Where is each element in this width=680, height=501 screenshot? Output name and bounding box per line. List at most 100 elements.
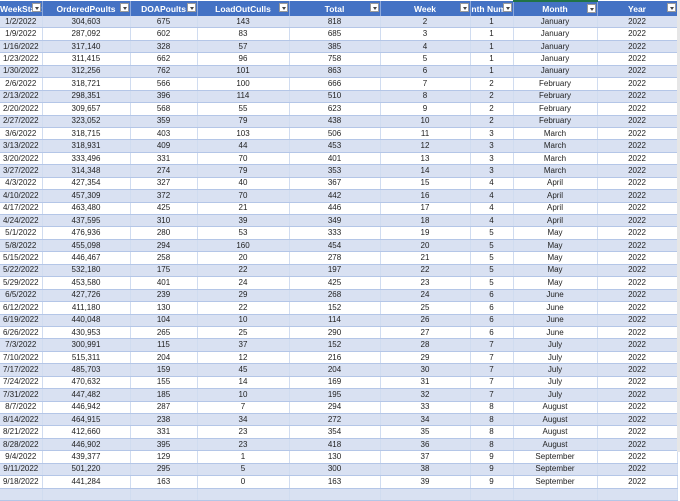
cell-month-num[interactable]: 1 — [470, 65, 514, 79]
cell-year[interactable]: 2022 — [597, 202, 678, 216]
cell-weekstart[interactable]: 7/17/2022 — [0, 363, 43, 377]
cell-month[interactable]: August — [513, 438, 598, 452]
cell-week[interactable]: 13 — [380, 152, 471, 166]
cell-weekstart[interactable]: 7/3/2022 — [0, 338, 43, 352]
cell-year[interactable]: 2022 — [597, 226, 678, 240]
cell-total[interactable]: 442 — [289, 189, 381, 203]
cell-orderedpoults[interactable]: 304,603 — [42, 16, 131, 29]
cell-month-num[interactable]: 8 — [470, 438, 514, 452]
cell-month[interactable]: February — [513, 90, 598, 104]
filter-dropdown-icon[interactable] — [31, 3, 41, 12]
cell-doapoults[interactable]: 359 — [130, 115, 198, 128]
cell-month-num[interactable]: 9 — [470, 463, 514, 477]
cell-total[interactable]: 438 — [289, 115, 381, 128]
cell-year[interactable]: 2022 — [597, 152, 678, 166]
cell-year[interactable]: 2022 — [597, 463, 678, 477]
cell-weekstart[interactable]: 9/11/2022 — [0, 463, 43, 477]
cell-month-num[interactable]: 7 — [470, 351, 514, 365]
cell-total[interactable]: 268 — [289, 289, 381, 303]
cell-weekstart[interactable]: 2/6/2022 — [0, 77, 43, 91]
cell-doapoults[interactable]: 403 — [130, 127, 198, 141]
cell-year[interactable]: 2022 — [597, 127, 678, 141]
cell-weekstart[interactable]: 5/29/2022 — [0, 276, 43, 290]
cell-orderedpoults[interactable]: 318,715 — [42, 127, 131, 141]
cell-empty[interactable] — [197, 488, 290, 501]
cell-month-num[interactable]: 2 — [470, 90, 514, 104]
cell-month[interactable]: February — [513, 102, 598, 116]
cell-loadoutculls[interactable]: 20 — [197, 251, 290, 265]
column-header-week[interactable]: Week — [380, 1, 471, 16]
cell-week[interactable]: 36 — [380, 438, 471, 452]
cell-orderedpoults[interactable]: 300,991 — [42, 338, 131, 352]
cell-orderedpoults[interactable]: 312,256 — [42, 65, 131, 79]
cell-week[interactable]: 11 — [380, 127, 471, 141]
cell-month-num[interactable]: 4 — [470, 214, 514, 228]
cell-month-num[interactable]: 6 — [470, 289, 514, 303]
cell-total[interactable]: 353 — [289, 164, 381, 178]
cell-loadoutculls[interactable]: 24 — [197, 276, 290, 290]
cell-weekstart[interactable]: 6/26/2022 — [0, 326, 43, 340]
cell-week[interactable]: 25 — [380, 301, 471, 315]
cell-week[interactable]: 20 — [380, 239, 471, 253]
cell-month-num[interactable]: 3 — [470, 164, 514, 178]
cell-orderedpoults[interactable]: 437,595 — [42, 214, 131, 228]
cell-weekstart[interactable]: 3/13/2022 — [0, 139, 43, 153]
cell-empty[interactable] — [597, 488, 678, 501]
cell-weekstart[interactable]: 4/10/2022 — [0, 189, 43, 203]
cell-month[interactable]: June — [513, 301, 598, 315]
cell-orderedpoults[interactable]: 323,052 — [42, 115, 131, 128]
filter-dropdown-icon[interactable] — [278, 3, 288, 12]
filter-dropdown-icon[interactable] — [586, 4, 596, 13]
cell-month[interactable]: May — [513, 264, 598, 278]
cell-loadoutculls[interactable]: 53 — [197, 226, 290, 240]
cell-orderedpoults[interactable]: 464,915 — [42, 413, 131, 427]
cell-loadoutculls[interactable]: 23 — [197, 425, 290, 439]
cell-year[interactable]: 2022 — [597, 401, 678, 415]
cell-total[interactable]: 197 — [289, 264, 381, 278]
cell-doapoults[interactable]: 395 — [130, 438, 198, 452]
cell-month[interactable]: March — [513, 164, 598, 178]
cell-total[interactable]: 163 — [289, 475, 381, 489]
cell-week[interactable]: 24 — [380, 289, 471, 303]
column-header-weekstart[interactable]: WeekStart — [0, 1, 43, 16]
cell-doapoults[interactable]: 265 — [130, 326, 198, 340]
cell-doapoults[interactable]: 204 — [130, 351, 198, 365]
cell-month[interactable]: July — [513, 338, 598, 352]
cell-total[interactable]: 758 — [289, 52, 381, 66]
cell-week[interactable]: 17 — [380, 202, 471, 216]
cell-loadoutculls[interactable]: 34 — [197, 413, 290, 427]
cell-weekstart[interactable]: 2/27/2022 — [0, 115, 43, 128]
cell-month[interactable]: September — [513, 463, 598, 477]
cell-doapoults[interactable]: 675 — [130, 16, 198, 29]
cell-loadoutculls[interactable]: 100 — [197, 77, 290, 91]
cell-month[interactable]: July — [513, 363, 598, 377]
cell-month[interactable]: July — [513, 388, 598, 402]
cell-month-num[interactable]: 1 — [470, 27, 514, 41]
cell-orderedpoults[interactable]: 298,351 — [42, 90, 131, 104]
cell-orderedpoults[interactable]: 333,496 — [42, 152, 131, 166]
cell-week[interactable]: 23 — [380, 276, 471, 290]
cell-month[interactable]: April — [513, 214, 598, 228]
cell-total[interactable]: 385 — [289, 40, 381, 54]
cell-month-num[interactable]: 5 — [470, 276, 514, 290]
cell-orderedpoults[interactable]: 287,092 — [42, 27, 131, 41]
cell-year[interactable]: 2022 — [597, 139, 678, 153]
cell-year[interactable]: 2022 — [597, 388, 678, 402]
cell-weekstart[interactable]: 3/6/2022 — [0, 127, 43, 141]
cell-month-num[interactable]: 9 — [470, 450, 514, 464]
cell-month[interactable]: May — [513, 239, 598, 253]
cell-doapoults[interactable]: 328 — [130, 40, 198, 54]
cell-year[interactable]: 2022 — [597, 251, 678, 265]
column-header-year[interactable]: Year — [597, 1, 678, 16]
cell-week[interactable]: 7 — [380, 77, 471, 91]
cell-weekstart[interactable]: 5/15/2022 — [0, 251, 43, 265]
cell-month-num[interactable]: 4 — [470, 202, 514, 216]
cell-orderedpoults[interactable]: 309,657 — [42, 102, 131, 116]
cell-month[interactable]: September — [513, 450, 598, 464]
cell-month[interactable]: August — [513, 401, 598, 415]
cell-loadoutculls[interactable]: 114 — [197, 90, 290, 104]
cell-doapoults[interactable]: 425 — [130, 202, 198, 216]
cell-year[interactable]: 2022 — [597, 438, 678, 452]
cell-month[interactable]: June — [513, 314, 598, 327]
cell-loadoutculls[interactable]: 96 — [197, 52, 290, 66]
